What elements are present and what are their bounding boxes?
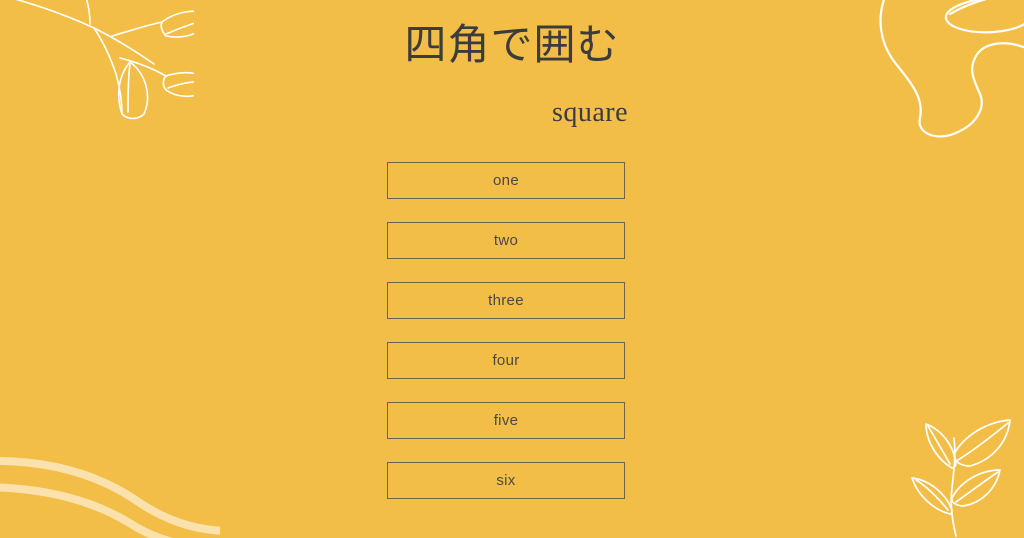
boxed-list: one two three four five six	[387, 162, 625, 499]
page-subtitle: square	[551, 97, 629, 128]
list-item[interactable]: four	[387, 342, 625, 379]
curved-swoosh-bottom-left-icon	[0, 429, 234, 538]
list-item[interactable]: three	[387, 282, 625, 319]
list-item[interactable]: five	[387, 402, 625, 439]
list-item[interactable]: one	[387, 162, 625, 199]
slide-canvas: 四角で囲む square one two three four five six	[0, 0, 1024, 538]
leaf-sprig-bottom-right-icon	[894, 412, 1024, 538]
page-title: 四角で囲む	[404, 21, 620, 68]
list-item[interactable]: six	[387, 462, 625, 499]
list-item[interactable]: two	[387, 222, 625, 259]
